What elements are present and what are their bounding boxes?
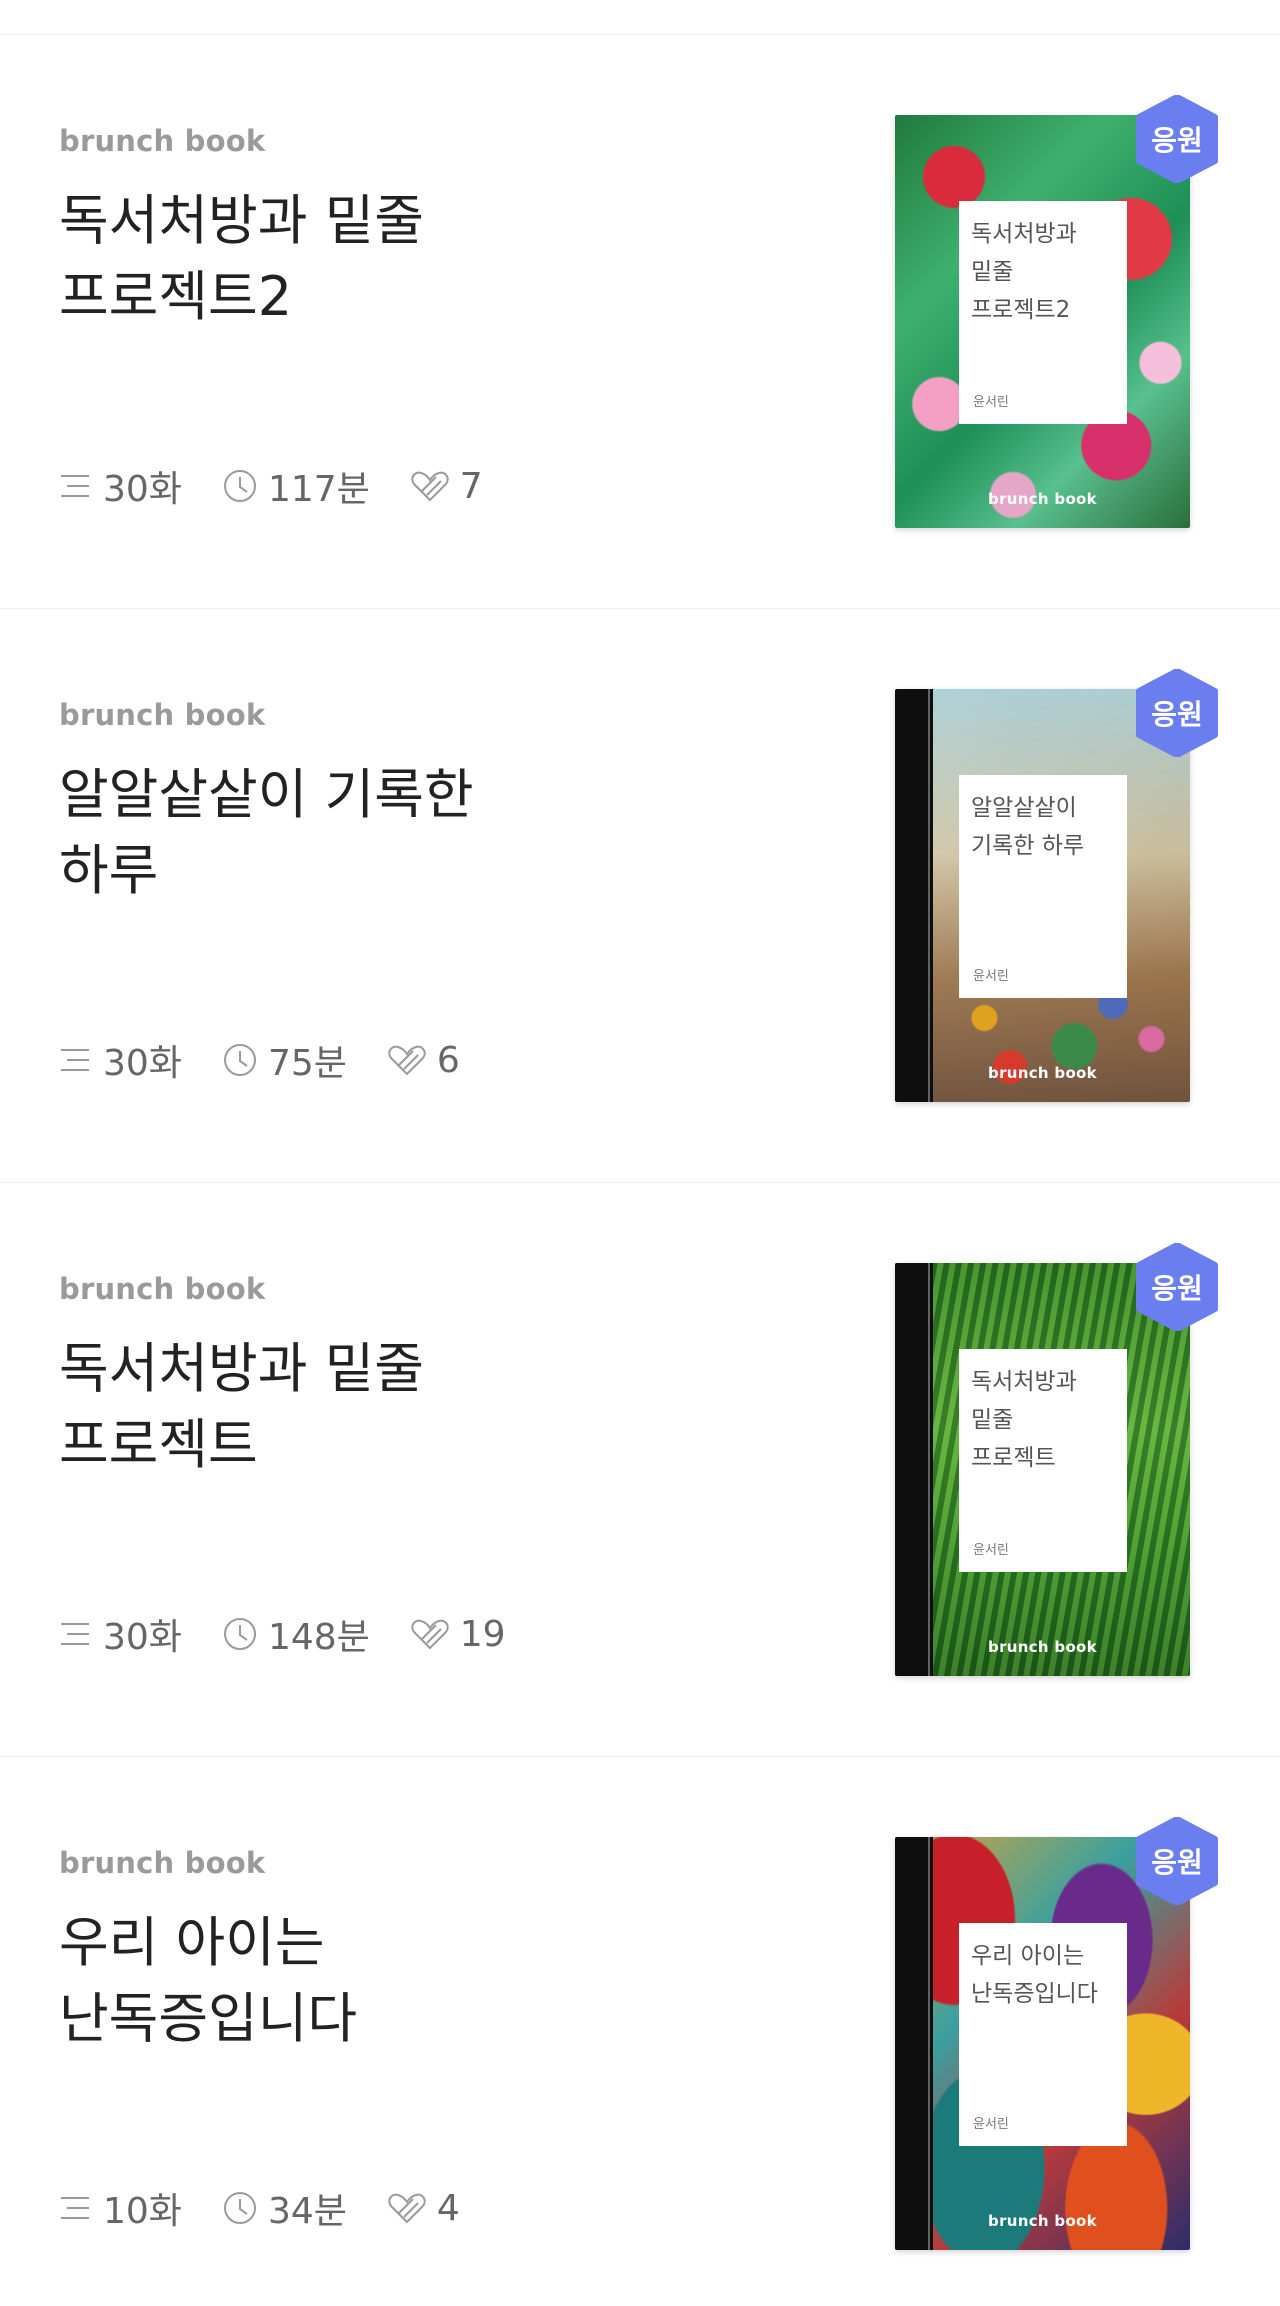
cover-title: 독서처방과 밑줄 프로젝트: [971, 1369, 1077, 1471]
likes-label: 4: [436, 2187, 460, 2229]
cover-spine: [895, 1263, 933, 1676]
reading-time: 117분: [222, 460, 370, 512]
clock-icon: [223, 470, 256, 502]
episodes-count: 30화: [59, 1034, 182, 1086]
list-icon: [61, 475, 89, 497]
cheer-badge: 응원: [1131, 1243, 1223, 1331]
badge-label: 응원: [1151, 124, 1203, 157]
list-icon: [61, 2197, 89, 2219]
book-kicker: brunch book: [59, 698, 266, 732]
book-title[interactable]: 독서처방과 밑줄 프로젝트2: [59, 183, 579, 335]
reading-time-label: 117분: [267, 469, 370, 510]
cover-author: 윤서린: [973, 969, 1009, 984]
likes-label: 6: [436, 1039, 460, 1081]
cover-card: 알알샅샅이 기록한 하루 윤서린: [959, 775, 1127, 998]
likes-count: 7: [410, 466, 483, 507]
reading-time: 148분: [222, 1608, 370, 1660]
reading-time: 75분: [222, 1034, 347, 1086]
cheer-badge: 응원: [1131, 95, 1223, 183]
episodes-count: 30화: [59, 1608, 182, 1660]
badge-label: 응원: [1151, 1846, 1203, 1879]
clock-icon: [223, 1618, 256, 1650]
cover-card: 독서처방과 밑줄 프로젝트 윤서린: [959, 1349, 1127, 1572]
heart-icon: [411, 1619, 449, 1650]
book-item[interactable]: brunch book 알알샅샅이 기록한 하루 30화 75분 6 알알샅샅이…: [0, 609, 1280, 1183]
cover-brand: brunch book: [988, 490, 1097, 508]
badge-label: 응원: [1151, 698, 1203, 731]
cover-spine: [895, 689, 933, 1102]
book-cover[interactable]: 독서처방과 밑줄 프로젝트 윤서린 brunch book 응원: [895, 1243, 1225, 1683]
episodes-count: 30화: [59, 460, 182, 512]
cover-title: 독서처방과 밑줄 프로젝트2: [971, 221, 1077, 323]
book-meta: 30화 75분 6: [59, 1034, 460, 1086]
book-kicker: brunch book: [59, 1272, 266, 1306]
book-title[interactable]: 독서처방과 밑줄 프로젝트: [59, 1331, 579, 1483]
clock-icon: [223, 2192, 256, 2224]
clock-icon: [223, 1044, 256, 1076]
episodes-label: 30화: [103, 1617, 182, 1658]
list-icon: [61, 1623, 89, 1645]
cover-brand: brunch book: [988, 1638, 1097, 1656]
cover-brand: brunch book: [988, 1064, 1097, 1082]
book-title[interactable]: 우리 아이는 난독증입니다: [59, 1905, 579, 2057]
book-item[interactable]: brunch book 우리 아이는 난독증입니다 10화 34분 4 우리 아…: [0, 1757, 1280, 2306]
book-cover[interactable]: 알알샅샅이 기록한 하루 윤서린 brunch book 응원: [895, 669, 1225, 1109]
cover-spine: [895, 1837, 933, 2250]
cover-title: 우리 아이는 난독증입니다: [971, 1943, 1098, 2007]
list-icon: [61, 1049, 89, 1071]
cheer-badge: 응원: [1131, 1817, 1223, 1905]
cover-card: 우리 아이는 난독증입니다 윤서린: [959, 1923, 1127, 2146]
book-meta: 10화 34분 4: [59, 2182, 460, 2234]
badge-label: 응원: [1151, 1272, 1203, 1305]
likes-label: 19: [459, 1613, 506, 1655]
likes-count: 4: [387, 2188, 460, 2229]
heart-icon: [388, 2193, 426, 2224]
episodes-label: 30화: [103, 469, 182, 510]
reading-time-label: 75분: [267, 1043, 347, 1084]
likes-count: 19: [410, 1614, 506, 1655]
episodes-label: 30화: [103, 1043, 182, 1084]
episodes-count: 10화: [59, 2182, 182, 2234]
reading-time-label: 34분: [267, 2191, 347, 2232]
book-meta: 30화 148분 19: [59, 1608, 506, 1660]
book-item[interactable]: brunch book 독서처방과 밑줄 프로젝트2 30화 117분 7 독서…: [0, 35, 1280, 609]
book-item[interactable]: brunch book 독서처방과 밑줄 프로젝트 30화 148분 19 독서…: [0, 1183, 1280, 1757]
heart-icon: [388, 1045, 426, 1076]
reading-time-label: 148분: [267, 1617, 370, 1658]
book-kicker: brunch book: [59, 124, 266, 158]
cheer-badge: 응원: [1131, 669, 1223, 757]
book-title[interactable]: 알알샅샅이 기록한 하루: [59, 757, 579, 909]
cover-author: 윤서린: [973, 395, 1009, 410]
likes-count: 6: [387, 1040, 460, 1081]
cover-card: 독서처방과 밑줄 프로젝트2 윤서린: [959, 201, 1127, 424]
cover-title: 알알샅샅이 기록한 하루: [971, 795, 1085, 859]
book-kicker: brunch book: [59, 1846, 266, 1880]
episodes-label: 10화: [103, 2191, 182, 2232]
cover-author: 윤서린: [973, 2117, 1009, 2132]
cover-author: 윤서린: [973, 1543, 1009, 1558]
reading-time: 34분: [222, 2182, 347, 2234]
likes-label: 7: [459, 465, 483, 507]
book-meta: 30화 117분 7: [59, 460, 483, 512]
brunch-book-list: brunch book 독서처방과 밑줄 프로젝트2 30화 117분 7 독서…: [0, 0, 1280, 2306]
book-cover[interactable]: 독서처방과 밑줄 프로젝트2 윤서린 brunch book 응원: [895, 95, 1225, 535]
book-cover[interactable]: 우리 아이는 난독증입니다 윤서린 brunch book 응원: [895, 1817, 1225, 2257]
heart-icon: [411, 471, 449, 502]
cover-brand: brunch book: [988, 2212, 1097, 2230]
